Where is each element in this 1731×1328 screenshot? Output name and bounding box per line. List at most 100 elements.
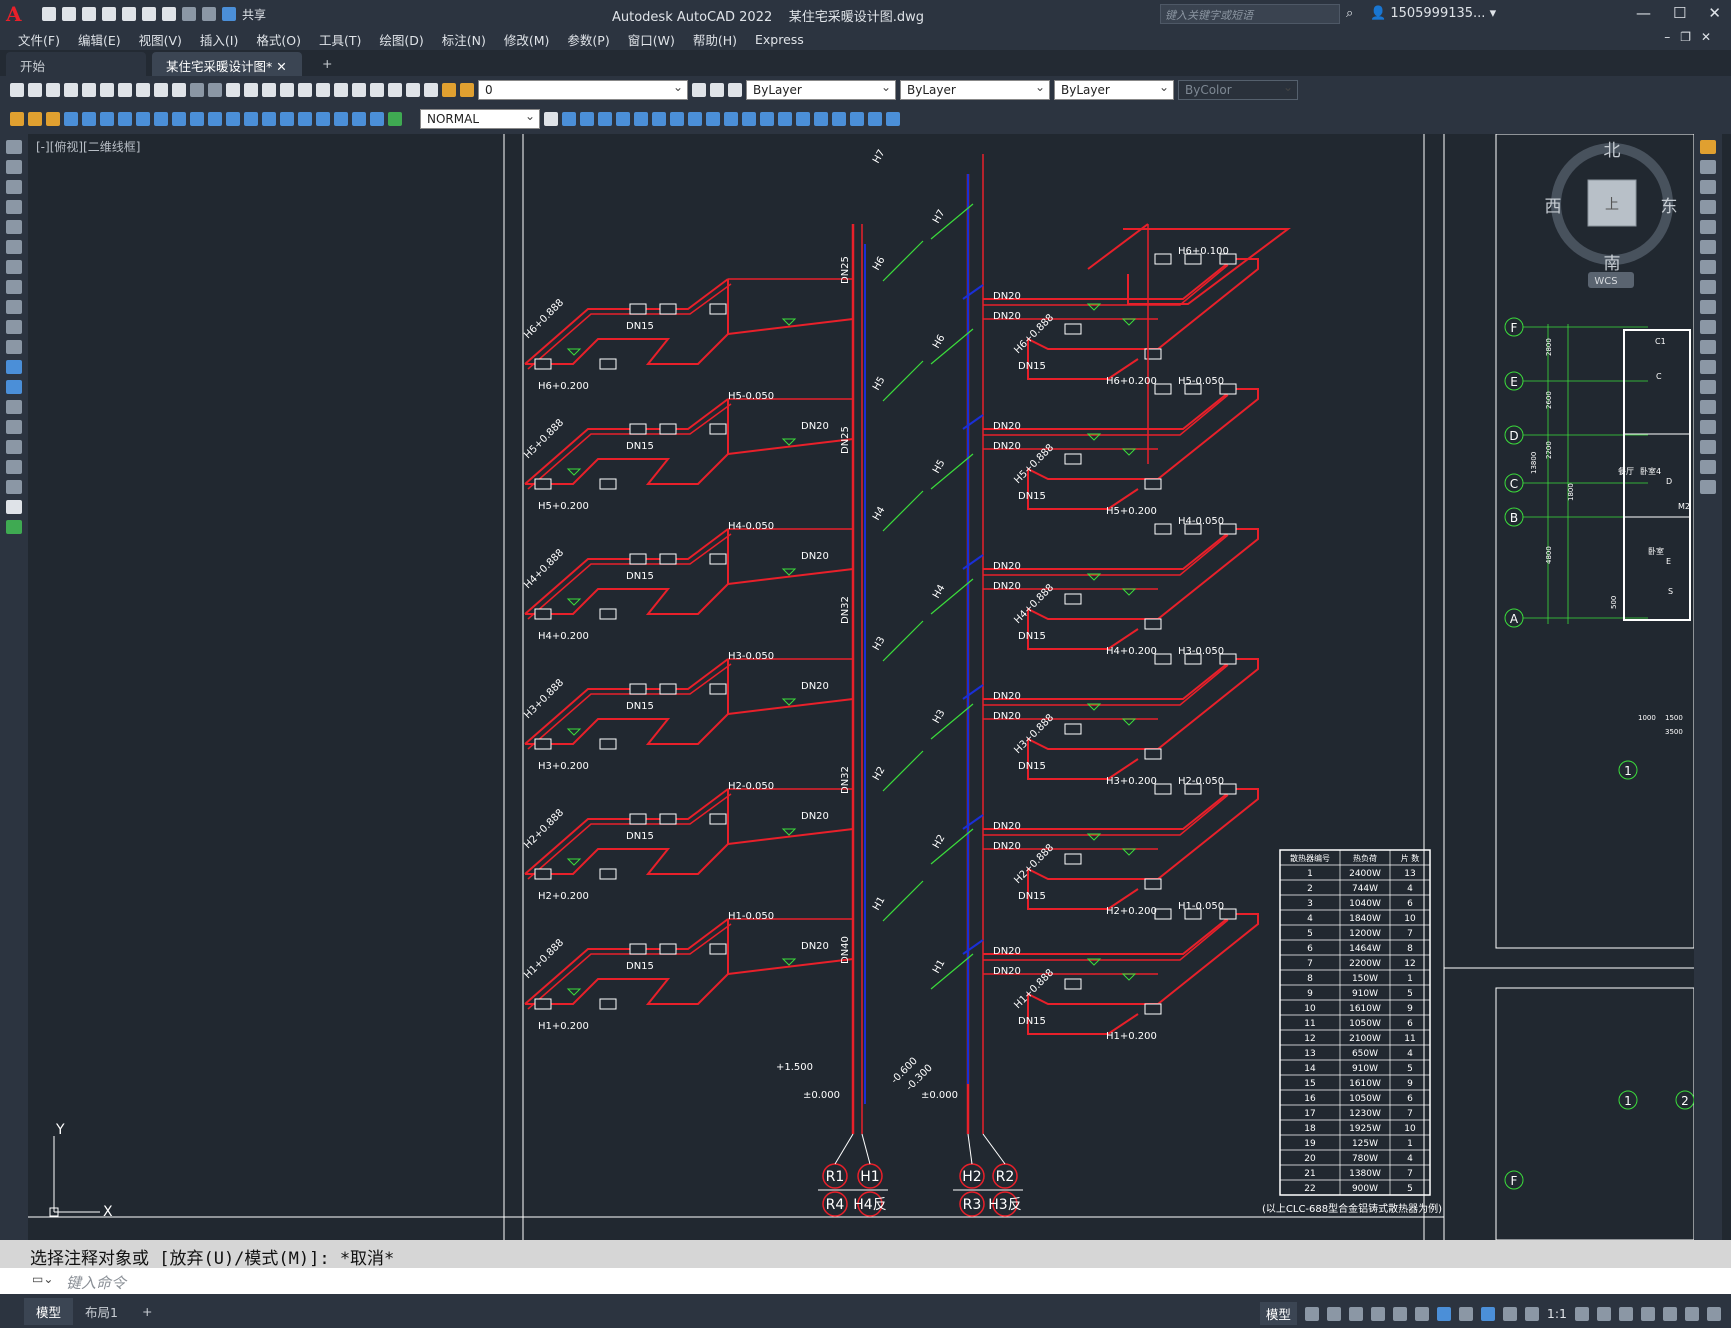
- dim-aligned-icon[interactable]: [82, 112, 96, 126]
- break-point-icon[interactable]: [1700, 360, 1716, 374]
- publish-tb-icon[interactable]: [100, 83, 114, 97]
- scale-icon[interactable]: [1700, 280, 1716, 294]
- redo-tb-icon[interactable]: [208, 83, 222, 97]
- view3d-icon-1[interactable]: [562, 112, 576, 126]
- view3d-icon-3[interactable]: [598, 112, 612, 126]
- command-prompt-icon[interactable]: ▭⌄: [32, 1272, 53, 1286]
- menu-insert[interactable]: 插入(I): [200, 30, 238, 49]
- menu-tools[interactable]: 工具(T): [319, 30, 361, 49]
- grid-icon[interactable]: [1304, 1306, 1319, 1321]
- mtext-icon[interactable]: [6, 500, 22, 514]
- polygon-icon[interactable]: [6, 200, 22, 214]
- autocad-logo-icon[interactable]: A: [6, 2, 30, 26]
- blend-icon[interactable]: [1700, 460, 1716, 474]
- ortho-icon[interactable]: [1348, 1306, 1363, 1321]
- copy-icon[interactable]: [136, 83, 150, 97]
- break-icon[interactable]: [1700, 380, 1716, 394]
- table-icon[interactable]: [6, 480, 22, 494]
- menu-file[interactable]: 文件(F): [18, 30, 60, 49]
- workspace-gear-icon[interactable]: [1575, 1306, 1589, 1321]
- tab-drawing[interactable]: 某住宅采暖设计图* ✕: [152, 52, 302, 76]
- stretch-icon[interactable]: [1700, 300, 1716, 314]
- properties-icon[interactable]: [298, 83, 312, 97]
- new-tab-icon[interactable]: +: [308, 52, 346, 76]
- add-layout-icon[interactable]: +: [130, 1300, 164, 1323]
- annotation-scale-icon[interactable]: [1524, 1306, 1539, 1321]
- menu-draw[interactable]: 绘图(D): [379, 30, 423, 49]
- qnew-icon[interactable]: [10, 83, 24, 97]
- menu-window[interactable]: 窗口(W): [628, 30, 675, 49]
- isolate-icon[interactable]: [1663, 1306, 1677, 1321]
- modify-icon-11[interactable]: [796, 112, 810, 126]
- layer-freeze-icon[interactable]: [460, 83, 474, 97]
- insert-block-icon[interactable]: [6, 360, 22, 374]
- color-dropdown[interactable]: ByLayer: [746, 80, 896, 100]
- tolerance-icon[interactable]: [280, 112, 294, 126]
- tab-layout1[interactable]: 布局1: [73, 1298, 130, 1325]
- join-icon[interactable]: [1700, 400, 1716, 414]
- zoom-realtime-icon[interactable]: [244, 83, 258, 97]
- customization-menu-icon[interactable]: [1707, 1306, 1721, 1321]
- extend-icon[interactable]: [1700, 340, 1716, 354]
- compass-north[interactable]: 北: [1604, 141, 1621, 161]
- modify-icon-15[interactable]: [868, 112, 882, 126]
- minimize-icon[interactable]: —: [1636, 4, 1651, 22]
- fillet-icon[interactable]: [1700, 440, 1716, 454]
- redo-icon[interactable]: [202, 7, 216, 21]
- modify-icon-12[interactable]: [814, 112, 828, 126]
- construction-line-icon[interactable]: [6, 160, 22, 174]
- user-account[interactable]: 👤 1505999135... ▾: [1370, 6, 1496, 21]
- menu-dimension[interactable]: 标注(N): [442, 30, 486, 49]
- tool-palettes-icon[interactable]: [334, 83, 348, 97]
- maximize-icon[interactable]: ☐: [1673, 4, 1686, 22]
- user-name[interactable]: 1505999135...: [1390, 6, 1485, 21]
- share-icon[interactable]: [222, 7, 236, 21]
- tab-close-icon[interactable]: ✕: [276, 59, 286, 74]
- modify-icon-10[interactable]: [778, 112, 792, 126]
- layer-previous-icon[interactable]: [710, 83, 724, 97]
- dim-text-icon[interactable]: [28, 112, 42, 126]
- layer-dropdown[interactable]: 0: [478, 80, 688, 100]
- open-icon[interactable]: [28, 83, 42, 97]
- modify-icon-13[interactable]: [832, 112, 846, 126]
- auto-scale-icon[interactable]: [1502, 1306, 1517, 1321]
- preview-icon[interactable]: [82, 83, 96, 97]
- center-mark-icon[interactable]: [298, 112, 312, 126]
- polar-icon[interactable]: [1370, 1306, 1385, 1321]
- design-center-icon[interactable]: [316, 83, 330, 97]
- layer-on-icon[interactable]: [442, 83, 456, 97]
- gradient-icon[interactable]: [6, 440, 22, 454]
- layer-state-icon[interactable]: [728, 83, 742, 97]
- dim-edit-icon[interactable]: [46, 112, 60, 126]
- otrack-icon[interactable]: [1414, 1306, 1429, 1321]
- viewcube[interactable]: 上 北 南 西 东 WCS: [1545, 141, 1678, 288]
- open-file-icon[interactable]: [62, 7, 76, 21]
- undo-icon[interactable]: [182, 7, 196, 21]
- zoom-previous-icon[interactable]: [280, 83, 294, 97]
- view3d-icon-2[interactable]: [580, 112, 594, 126]
- annotation-scale-value[interactable]: 1:1: [1547, 1306, 1567, 1321]
- lineweight-icon[interactable]: [1458, 1306, 1473, 1321]
- layer-current-icon[interactable]: [692, 83, 706, 97]
- menu-format[interactable]: 格式(O): [256, 30, 301, 49]
- dim-radius-icon[interactable]: [136, 112, 150, 126]
- new-file-icon[interactable]: [42, 7, 56, 21]
- quick-dim-icon[interactable]: [10, 112, 24, 126]
- add-selected-icon[interactable]: [6, 520, 22, 534]
- dim-update-icon[interactable]: [388, 112, 402, 126]
- publish-icon[interactable]: [122, 7, 136, 21]
- rotate-icon[interactable]: [1700, 260, 1716, 274]
- erase-icon[interactable]: [1700, 140, 1716, 154]
- hatch-icon[interactable]: [6, 420, 22, 434]
- command-input[interactable]: 键入命令: [0, 1268, 1731, 1294]
- copy-obj-icon[interactable]: [1700, 160, 1716, 174]
- ellipse-icon[interactable]: [6, 320, 22, 334]
- menu-express[interactable]: Express: [755, 32, 804, 47]
- offset-icon[interactable]: [1700, 200, 1716, 214]
- explode-icon[interactable]: [1700, 480, 1716, 494]
- tab-drawing-label[interactable]: 某住宅采暖设计图*: [166, 59, 272, 74]
- compass-east[interactable]: 东: [1661, 197, 1678, 217]
- menu-parametric[interactable]: 参数(P): [567, 30, 609, 49]
- dim-edit2-icon[interactable]: [352, 112, 366, 126]
- tab-start[interactable]: 开始: [6, 52, 146, 76]
